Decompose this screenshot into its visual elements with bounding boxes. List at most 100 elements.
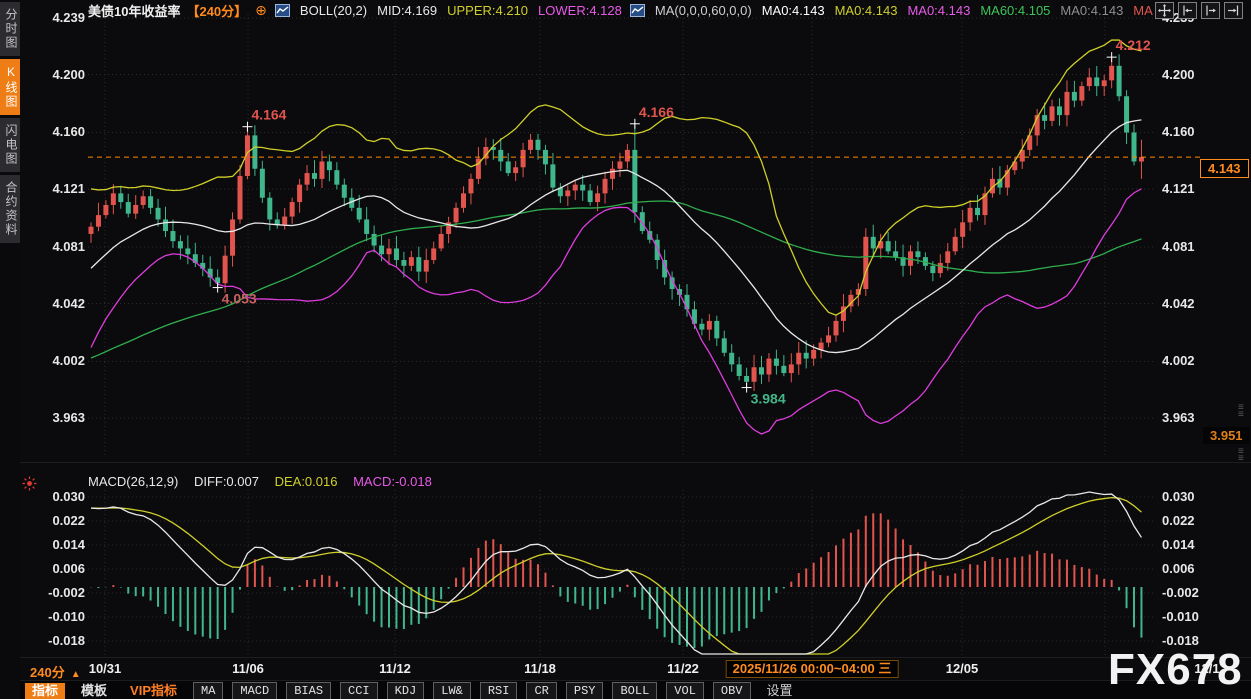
toolbar-button-模板[interactable]: 模板: [74, 683, 114, 699]
pan-crosshair-icon[interactable]: [1155, 2, 1174, 19]
macd-dea-value: DEA:0.016: [275, 474, 338, 489]
toolbar-button-vol[interactable]: VOL: [666, 682, 704, 699]
ma-value: MA0:4.143: [907, 3, 970, 18]
price-axis-label: 4.081: [1162, 239, 1218, 254]
macd-axis-label: -0.018: [29, 633, 85, 648]
date-axis-label: 10/31: [89, 661, 122, 676]
date-axis-label: 12/05: [946, 661, 979, 676]
date-axis-label: 11/22: [667, 661, 699, 676]
ma-value: MA60:4.105: [980, 3, 1050, 18]
alert-icon[interactable]: [22, 476, 37, 496]
toolbar-button-设置[interactable]: 设置: [760, 683, 800, 699]
ma-value: MA0:4.143: [1060, 3, 1123, 18]
svg-text:4.053: 4.053: [222, 291, 257, 307]
macd-axis-label: 0.014: [29, 537, 85, 552]
macd-bar-value: MACD:-0.018: [353, 474, 432, 489]
macd-header: MACD(26,12,9) DIFF:0.007 DEA:0.016 MACD:…: [88, 474, 444, 489]
chevron-up-icon: ▲: [71, 669, 81, 680]
toolbar-button-vip指标[interactable]: VIP指标: [123, 683, 184, 699]
panel-divider: [20, 462, 1251, 463]
indicator-chart-icon[interactable]: [630, 4, 645, 17]
chart-type-sidebar: 分时图 K线图闪电图合约资料: [0, 0, 20, 699]
macd-axis-label: 0.006: [29, 561, 85, 576]
svg-text:4.212: 4.212: [1116, 37, 1151, 53]
price-axis-label: 4.081: [29, 239, 85, 254]
price-axis-label: 4.121: [1162, 181, 1218, 196]
symbol-title: 美债10年收益率: [88, 1, 180, 20]
toolbar-button-boll[interactable]: BOLL: [612, 682, 657, 699]
ma-values: MA0:4.143 MA0:4.143 MA0:4.143 MA60:4.105 MA0…: [752, 3, 1153, 18]
date-axis-label: 11/18: [524, 661, 556, 676]
macd-axis-label: -0.002: [29, 585, 85, 600]
macd-axis-label: 0.030: [1162, 489, 1218, 504]
macd-axis-label: 0.022: [1162, 513, 1218, 528]
add-indicator-icon[interactable]: ⊕: [255, 2, 267, 19]
toolbar-button-指标[interactable]: 指标: [25, 683, 65, 699]
date-axis-label: 11/12: [379, 661, 411, 676]
sidebar-item-chart-type[interactable]: 合约资料: [0, 175, 20, 243]
chart-application-window: 分时图 K线图闪电图合约资料 美债10年收益率 【240分】 ⊕ BOLL(20,…: [0, 0, 1251, 699]
macd-axis-label: -0.018: [1162, 633, 1218, 648]
ma-value: MA0:4.143: [835, 3, 898, 18]
kline-chart-plot[interactable]: 4.164 4.166 4.053 3.984 4.212: [0, 0, 1251, 699]
toolbar-button-ma[interactable]: MA: [193, 682, 223, 699]
toolbar-button-psy[interactable]: PSY: [566, 682, 604, 699]
toolbar-button-obv[interactable]: OBV: [713, 682, 751, 699]
toolbar-button-cci[interactable]: CCI: [340, 682, 378, 699]
chart-toolbar-icons: [1155, 2, 1243, 19]
panel-resize-handle[interactable]: ≡≡: [1238, 448, 1244, 462]
panel-divider: [20, 657, 1251, 658]
sidebar-item-chart-type[interactable]: 分时图: [0, 2, 20, 56]
toolbar-button-bias[interactable]: BIAS: [286, 682, 331, 699]
last-price-badge: 4.143: [1200, 159, 1249, 178]
macd-params-label: MACD(26,12,9): [88, 474, 178, 489]
macd-axis-label: 0.014: [1162, 537, 1218, 552]
ma-value: MA0:4.143: [762, 3, 825, 18]
price-axis-label: 4.002: [1162, 353, 1218, 368]
indicator-header-bar: 美债10年收益率 【240分】 ⊕ BOLL(20,2) MID:4.169 U…: [20, 0, 1251, 20]
macd-axis-label: 0.006: [1162, 561, 1218, 576]
macd-axis-label: -0.002: [1162, 585, 1218, 600]
crosshair-date-tooltip: 2025/11/26 00:00~04:00 三: [726, 660, 899, 678]
price-axis-label: 4.160: [1162, 124, 1218, 139]
price-axis-label: 3.963: [1162, 410, 1218, 425]
svg-text:4.164: 4.164: [251, 107, 286, 123]
macd-axis-label: -0.010: [29, 609, 85, 624]
price-axis-label: 4.042: [29, 296, 85, 311]
session-low-badge: 3.951: [1203, 427, 1250, 444]
scroll-left-icon[interactable]: [1178, 2, 1197, 19]
price-axis-label: 4.121: [29, 181, 85, 196]
jump-to-end-icon[interactable]: [1224, 2, 1243, 19]
macd-axis-label: -0.010: [1162, 609, 1218, 624]
toolbar-button-lw&[interactable]: LW&: [433, 682, 471, 699]
period-selector[interactable]: 240分 ▲: [30, 662, 81, 681]
price-axis-label: 4.200: [1162, 67, 1218, 82]
macd-diff-value: DIFF:0.007: [194, 474, 259, 489]
boll-lower-value: LOWER:4.128: [538, 3, 622, 18]
macd-axis-label: 0.030: [29, 489, 85, 504]
svg-text:4.166: 4.166: [639, 104, 674, 120]
scroll-right-icon[interactable]: [1201, 2, 1220, 19]
ma-value: MA: [1133, 3, 1153, 18]
panel-resize-handle[interactable]: ≡≡: [1238, 404, 1244, 418]
toolbar-button-macd[interactable]: MACD: [232, 682, 277, 699]
period-tag: 【240分】: [186, 1, 247, 20]
sidebar-item-chart-type[interactable]: 闪电图: [0, 118, 20, 172]
boll-mid-value: MID:4.169: [377, 3, 437, 18]
macd-axis-label: 0.022: [29, 513, 85, 528]
price-axis-label: 4.160: [29, 124, 85, 139]
boll-label: BOLL(20,2): [300, 3, 367, 18]
price-axis-label: 4.002: [29, 353, 85, 368]
toolbar-button-kdj[interactable]: KDJ: [387, 682, 425, 699]
indicator-chart-icon[interactable]: [275, 4, 290, 17]
price-axis-label: 4.042: [1162, 296, 1218, 311]
period-value: 240分: [30, 665, 65, 680]
price-axis-label: 3.963: [29, 410, 85, 425]
toolbar-button-rsi[interactable]: RSI: [480, 682, 518, 699]
toolbar-button-cr[interactable]: CR: [526, 682, 556, 699]
date-axis-label: 12/1: [1194, 661, 1219, 676]
indicator-toolbar: 指标模板 VIP指标 MA MACD BIAS CCI KDJ LW&RSI CR PSY BOLL…: [20, 680, 1251, 699]
svg-text:3.984: 3.984: [751, 391, 786, 407]
price-axis-label: 4.200: [29, 67, 85, 82]
sidebar-item-active[interactable]: K线图: [0, 59, 20, 115]
